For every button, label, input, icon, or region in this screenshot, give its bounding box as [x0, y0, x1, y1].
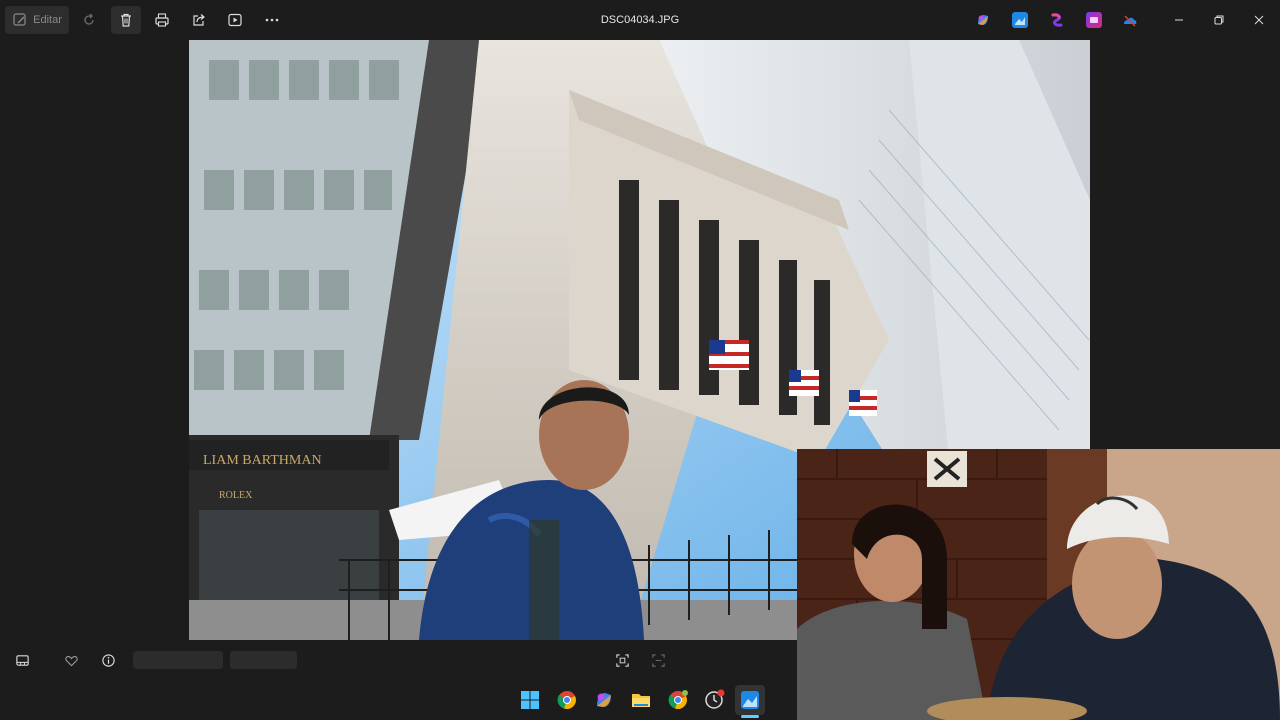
clipchamp-icon[interactable]: [1049, 12, 1065, 28]
photos-app-icon[interactable]: [1012, 12, 1028, 28]
more-icon: [265, 18, 279, 22]
delete-button[interactable]: [111, 6, 141, 34]
windows-start-icon[interactable]: [519, 689, 541, 711]
copilot-taskbar-icon[interactable]: [593, 689, 615, 711]
print-button[interactable]: [150, 6, 174, 34]
restore-button[interactable]: [1207, 8, 1231, 32]
active-app-indicator: [741, 715, 759, 718]
filmstrip-icon: [15, 654, 29, 666]
delete-icon: [121, 13, 131, 27]
info-button[interactable]: [98, 650, 118, 670]
webcam-overlay: [797, 449, 1280, 720]
restore-icon: [1214, 15, 1224, 25]
zoom-slider-placeholder[interactable]: [133, 651, 223, 669]
designer-icon[interactable]: [1086, 12, 1102, 28]
slideshow-button[interactable]: [223, 6, 247, 34]
photos-taskbar-icon[interactable]: [735, 685, 765, 715]
clock-icon[interactable]: [703, 689, 725, 711]
copilot-icon[interactable]: [975, 12, 991, 28]
minimize-button[interactable]: [1167, 8, 1191, 32]
favorite-icon: [64, 655, 78, 666]
file-explorer-icon[interactable]: [630, 689, 652, 711]
bottom-bar: [0, 640, 797, 680]
fullscreen-icon: [651, 653, 665, 667]
zoom-level-placeholder[interactable]: [230, 651, 297, 669]
minimize-icon: [1175, 19, 1183, 21]
top-toolbar: Editar DSC04034.JPG: [0, 0, 1280, 40]
fit-to-window-button[interactable]: [612, 650, 632, 670]
share-button[interactable]: [187, 6, 211, 34]
webcam-illustration: [797, 449, 1280, 720]
onedrive-icon[interactable]: [1122, 12, 1138, 28]
edit-button[interactable]: Editar: [5, 6, 69, 34]
slideshow-icon: [228, 13, 242, 27]
chrome-profile-icon[interactable]: [667, 689, 689, 711]
favorite-button[interactable]: [61, 650, 81, 670]
share-icon: [193, 14, 205, 26]
close-icon: [1254, 15, 1264, 25]
edit-label: Editar: [33, 14, 62, 26]
store-sign-text: LIAM BARTHMAN: [203, 453, 322, 468]
chrome-icon[interactable]: [556, 689, 578, 711]
window-title: DSC04034.JPG: [600, 14, 680, 26]
info-icon: [101, 653, 115, 667]
filmstrip-button[interactable]: [12, 650, 32, 670]
more-button[interactable]: [260, 6, 284, 34]
rotate-button[interactable]: [78, 6, 100, 34]
pencil-icon: [13, 13, 26, 26]
fullscreen-button[interactable]: [648, 650, 668, 670]
rolex-sign-text: ROLEX: [219, 490, 253, 501]
fit-icon: [615, 653, 629, 667]
print-icon: [155, 13, 169, 27]
close-button[interactable]: [1247, 8, 1271, 32]
rotate-icon: [84, 13, 94, 25]
